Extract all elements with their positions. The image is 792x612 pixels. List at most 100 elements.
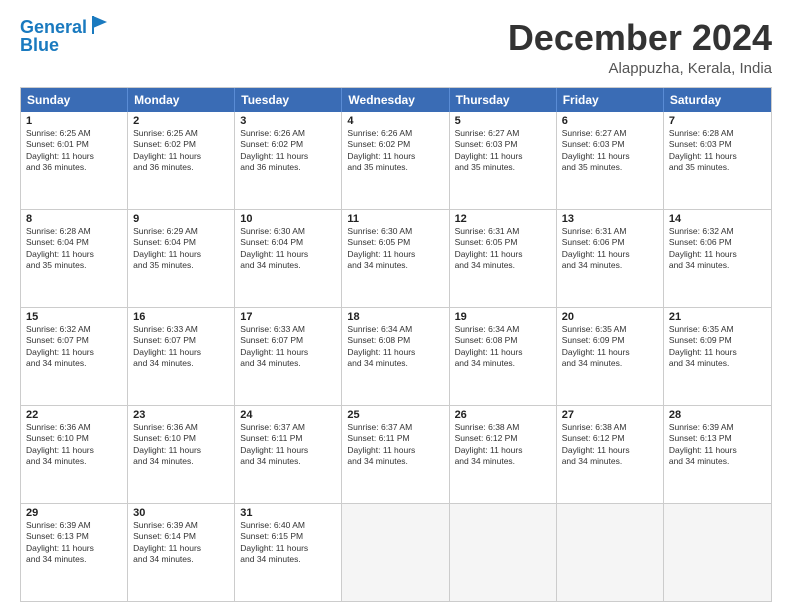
- day-num: 30: [133, 507, 229, 519]
- day-num: 31: [240, 507, 336, 519]
- day-info: Sunrise: 6:39 AMSunset: 6:14 PMDaylight:…: [133, 520, 201, 564]
- day-num: 11: [347, 213, 443, 225]
- cal-cell-empty-w4c6: [664, 504, 771, 601]
- cal-week-3: 15Sunrise: 6:32 AMSunset: 6:07 PMDayligh…: [21, 308, 771, 406]
- day-info: Sunrise: 6:26 AMSunset: 6:02 PMDaylight:…: [347, 128, 415, 172]
- logo: General Blue: [20, 18, 111, 54]
- cal-cell-empty-w4c3: [342, 504, 449, 601]
- logo-general: General: [20, 18, 87, 36]
- day-info: Sunrise: 6:34 AMSunset: 6:08 PMDaylight:…: [347, 324, 415, 368]
- day-info: Sunrise: 6:27 AMSunset: 6:03 PMDaylight:…: [455, 128, 523, 172]
- day-num: 19: [455, 311, 551, 323]
- calendar-body: 1Sunrise: 6:25 AMSunset: 6:01 PMDaylight…: [21, 112, 771, 601]
- day-num: 27: [562, 409, 658, 421]
- day-num: 23: [133, 409, 229, 421]
- day-num: 20: [562, 311, 658, 323]
- day-num: 2: [133, 115, 229, 127]
- cal-cell-28: 28Sunrise: 6:39 AMSunset: 6:13 PMDayligh…: [664, 406, 771, 503]
- cal-cell-27: 27Sunrise: 6:38 AMSunset: 6:12 PMDayligh…: [557, 406, 664, 503]
- header-day-friday: Friday: [557, 88, 664, 112]
- day-num: 25: [347, 409, 443, 421]
- cal-cell-13: 13Sunrise: 6:31 AMSunset: 6:06 PMDayligh…: [557, 210, 664, 307]
- day-num: 10: [240, 213, 336, 225]
- day-num: 6: [562, 115, 658, 127]
- cal-cell-15: 15Sunrise: 6:32 AMSunset: 6:07 PMDayligh…: [21, 308, 128, 405]
- logo-blue: Blue: [20, 36, 59, 54]
- day-num: 7: [669, 115, 766, 127]
- cal-cell-17: 17Sunrise: 6:33 AMSunset: 6:07 PMDayligh…: [235, 308, 342, 405]
- page: General Blue December 2024 Alappuzha, Ke…: [0, 0, 792, 612]
- day-info: Sunrise: 6:29 AMSunset: 6:04 PMDaylight:…: [133, 226, 201, 270]
- day-num: 21: [669, 311, 766, 323]
- cal-cell-8: 8Sunrise: 6:28 AMSunset: 6:04 PMDaylight…: [21, 210, 128, 307]
- day-num: 4: [347, 115, 443, 127]
- cal-cell-16: 16Sunrise: 6:33 AMSunset: 6:07 PMDayligh…: [128, 308, 235, 405]
- day-info: Sunrise: 6:36 AMSunset: 6:10 PMDaylight:…: [133, 422, 201, 466]
- cal-cell-20: 20Sunrise: 6:35 AMSunset: 6:09 PMDayligh…: [557, 308, 664, 405]
- day-info: Sunrise: 6:28 AMSunset: 6:03 PMDaylight:…: [669, 128, 737, 172]
- cal-cell-25: 25Sunrise: 6:37 AMSunset: 6:11 PMDayligh…: [342, 406, 449, 503]
- cal-cell-26: 26Sunrise: 6:38 AMSunset: 6:12 PMDayligh…: [450, 406, 557, 503]
- cal-week-5: 29Sunrise: 6:39 AMSunset: 6:13 PMDayligh…: [21, 504, 771, 601]
- cal-cell-29: 29Sunrise: 6:39 AMSunset: 6:13 PMDayligh…: [21, 504, 128, 601]
- day-info: Sunrise: 6:34 AMSunset: 6:08 PMDaylight:…: [455, 324, 523, 368]
- title-block: December 2024 Alappuzha, Kerala, India: [508, 18, 772, 77]
- day-info: Sunrise: 6:35 AMSunset: 6:09 PMDaylight:…: [562, 324, 630, 368]
- logo-flag-icon: [89, 14, 111, 36]
- cal-cell-1: 1Sunrise: 6:25 AMSunset: 6:01 PMDaylight…: [21, 112, 128, 209]
- day-info: Sunrise: 6:27 AMSunset: 6:03 PMDaylight:…: [562, 128, 630, 172]
- header-day-monday: Monday: [128, 88, 235, 112]
- header-day-thursday: Thursday: [450, 88, 557, 112]
- day-info: Sunrise: 6:39 AMSunset: 6:13 PMDaylight:…: [669, 422, 737, 466]
- calendar-header: SundayMondayTuesdayWednesdayThursdayFrid…: [21, 88, 771, 112]
- cal-cell-23: 23Sunrise: 6:36 AMSunset: 6:10 PMDayligh…: [128, 406, 235, 503]
- day-info: Sunrise: 6:31 AMSunset: 6:06 PMDaylight:…: [562, 226, 630, 270]
- cal-cell-11: 11Sunrise: 6:30 AMSunset: 6:05 PMDayligh…: [342, 210, 449, 307]
- day-num: 16: [133, 311, 229, 323]
- day-num: 22: [26, 409, 122, 421]
- day-info: Sunrise: 6:40 AMSunset: 6:15 PMDaylight:…: [240, 520, 308, 564]
- calendar: SundayMondayTuesdayWednesdayThursdayFrid…: [20, 87, 772, 602]
- month-title: December 2024: [508, 18, 772, 58]
- day-info: Sunrise: 6:25 AMSunset: 6:01 PMDaylight:…: [26, 128, 94, 172]
- cal-cell-empty-w4c5: [557, 504, 664, 601]
- day-info: Sunrise: 6:26 AMSunset: 6:02 PMDaylight:…: [240, 128, 308, 172]
- day-num: 14: [669, 213, 766, 225]
- day-info: Sunrise: 6:32 AMSunset: 6:07 PMDaylight:…: [26, 324, 94, 368]
- day-info: Sunrise: 6:30 AMSunset: 6:04 PMDaylight:…: [240, 226, 308, 270]
- day-info: Sunrise: 6:38 AMSunset: 6:12 PMDaylight:…: [562, 422, 630, 466]
- day-num: 13: [562, 213, 658, 225]
- day-info: Sunrise: 6:37 AMSunset: 6:11 PMDaylight:…: [240, 422, 308, 466]
- day-num: 29: [26, 507, 122, 519]
- cal-cell-18: 18Sunrise: 6:34 AMSunset: 6:08 PMDayligh…: [342, 308, 449, 405]
- cal-cell-19: 19Sunrise: 6:34 AMSunset: 6:08 PMDayligh…: [450, 308, 557, 405]
- day-info: Sunrise: 6:39 AMSunset: 6:13 PMDaylight:…: [26, 520, 94, 564]
- day-num: 18: [347, 311, 443, 323]
- day-num: 15: [26, 311, 122, 323]
- cal-cell-6: 6Sunrise: 6:27 AMSunset: 6:03 PMDaylight…: [557, 112, 664, 209]
- cal-cell-4: 4Sunrise: 6:26 AMSunset: 6:02 PMDaylight…: [342, 112, 449, 209]
- day-info: Sunrise: 6:25 AMSunset: 6:02 PMDaylight:…: [133, 128, 201, 172]
- cal-week-4: 22Sunrise: 6:36 AMSunset: 6:10 PMDayligh…: [21, 406, 771, 504]
- cal-week-2: 8Sunrise: 6:28 AMSunset: 6:04 PMDaylight…: [21, 210, 771, 308]
- cal-cell-12: 12Sunrise: 6:31 AMSunset: 6:05 PMDayligh…: [450, 210, 557, 307]
- day-num: 24: [240, 409, 336, 421]
- location: Alappuzha, Kerala, India: [508, 60, 772, 77]
- cal-cell-14: 14Sunrise: 6:32 AMSunset: 6:06 PMDayligh…: [664, 210, 771, 307]
- day-num: 8: [26, 213, 122, 225]
- day-info: Sunrise: 6:33 AMSunset: 6:07 PMDaylight:…: [240, 324, 308, 368]
- day-num: 12: [455, 213, 551, 225]
- cal-cell-22: 22Sunrise: 6:36 AMSunset: 6:10 PMDayligh…: [21, 406, 128, 503]
- header-day-wednesday: Wednesday: [342, 88, 449, 112]
- cal-cell-2: 2Sunrise: 6:25 AMSunset: 6:02 PMDaylight…: [128, 112, 235, 209]
- day-num: 1: [26, 115, 122, 127]
- day-info: Sunrise: 6:33 AMSunset: 6:07 PMDaylight:…: [133, 324, 201, 368]
- day-info: Sunrise: 6:38 AMSunset: 6:12 PMDaylight:…: [455, 422, 523, 466]
- day-info: Sunrise: 6:37 AMSunset: 6:11 PMDaylight:…: [347, 422, 415, 466]
- day-num: 28: [669, 409, 766, 421]
- day-num: 9: [133, 213, 229, 225]
- header: General Blue December 2024 Alappuzha, Ke…: [20, 18, 772, 77]
- day-info: Sunrise: 6:28 AMSunset: 6:04 PMDaylight:…: [26, 226, 94, 270]
- day-info: Sunrise: 6:30 AMSunset: 6:05 PMDaylight:…: [347, 226, 415, 270]
- day-info: Sunrise: 6:36 AMSunset: 6:10 PMDaylight:…: [26, 422, 94, 466]
